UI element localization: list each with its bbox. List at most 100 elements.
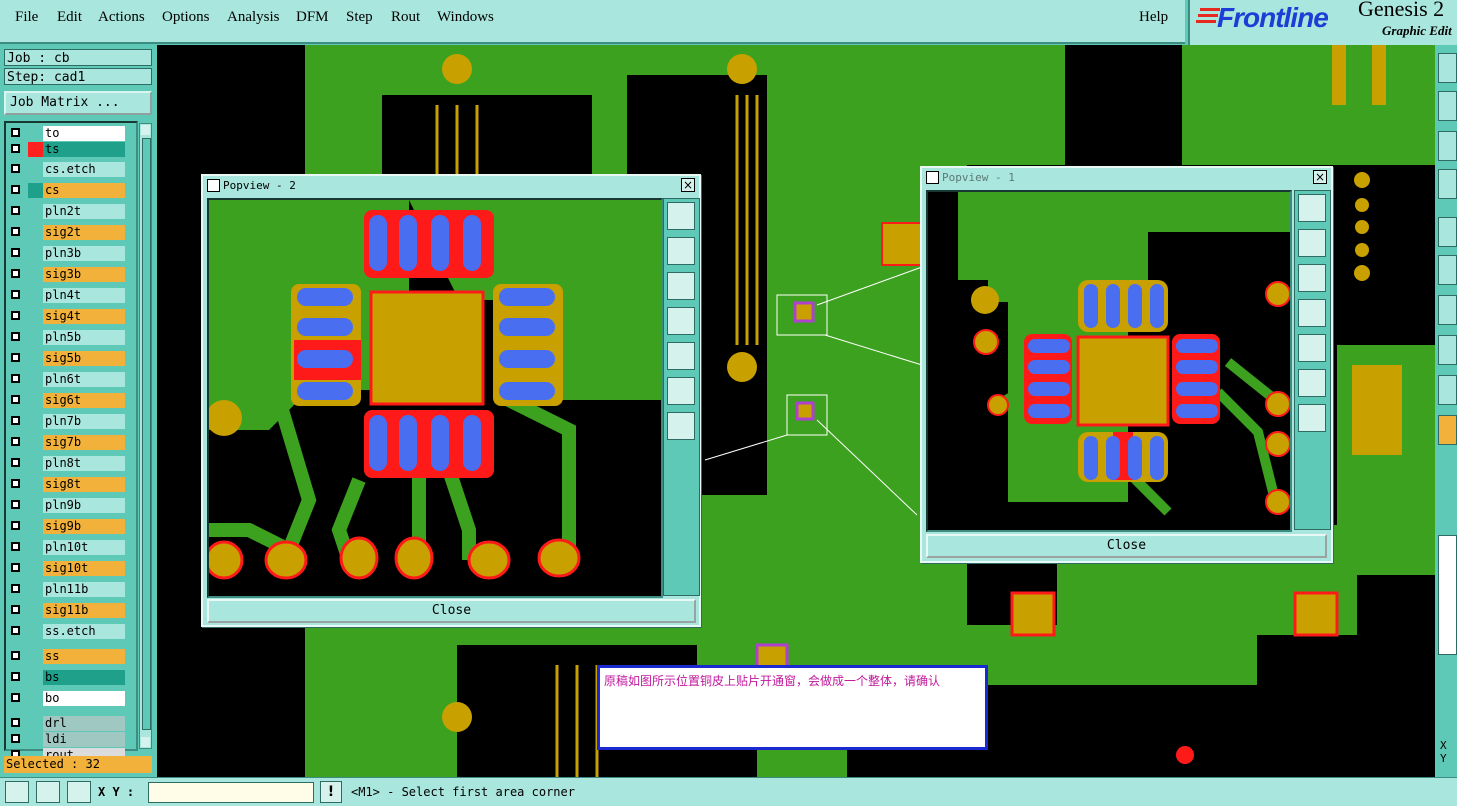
layer-row-pln8t[interactable]: pln8t bbox=[8, 456, 136, 471]
layer-checkbox[interactable] bbox=[11, 605, 20, 614]
layer-color-swatch[interactable] bbox=[28, 309, 43, 324]
zoom-in-icon[interactable] bbox=[1298, 369, 1326, 397]
popview-1-window[interactable]: Popview - 1 × Close bbox=[920, 166, 1333, 563]
scroll-up-arrow-icon[interactable] bbox=[141, 125, 150, 135]
layer-checkbox[interactable] bbox=[11, 269, 20, 278]
layer-checkbox[interactable] bbox=[11, 672, 20, 681]
layer-row-sig3b[interactable]: sig3b bbox=[8, 267, 136, 282]
menu-analysis[interactable]: Analysis bbox=[227, 9, 280, 26]
pan-up-icon[interactable] bbox=[667, 237, 695, 265]
record-icon[interactable] bbox=[1438, 217, 1457, 247]
popview-2-viewport[interactable] bbox=[207, 198, 663, 598]
menu-file[interactable]: File bbox=[15, 9, 38, 26]
layer-row-ts[interactable]: ts bbox=[8, 142, 136, 157]
layer-checkbox[interactable] bbox=[11, 437, 20, 446]
layer-checkbox[interactable] bbox=[11, 542, 20, 551]
layer-row-drl[interactable]: drl bbox=[8, 716, 136, 731]
layer-checkbox[interactable] bbox=[11, 332, 20, 341]
layer-color-swatch[interactable] bbox=[28, 225, 43, 240]
pan-left-icon[interactable] bbox=[667, 307, 695, 335]
color-palette-icon[interactable] bbox=[1438, 535, 1457, 655]
layer-checkbox[interactable] bbox=[11, 290, 20, 299]
layer-color-swatch[interactable] bbox=[28, 330, 43, 345]
layer-row-to[interactable]: to bbox=[8, 126, 136, 141]
close-icon[interactable]: × bbox=[1313, 170, 1327, 184]
pan-left-icon[interactable] bbox=[1438, 91, 1457, 121]
zoom-home-icon[interactable] bbox=[1438, 53, 1457, 83]
layer-row-pln5b[interactable]: pln5b bbox=[8, 330, 136, 345]
eye-icon[interactable] bbox=[1438, 169, 1457, 199]
layer-color-swatch[interactable] bbox=[28, 582, 43, 597]
layer-row-cs-etch[interactable]: cs.etch bbox=[8, 162, 136, 177]
window-menu-icon[interactable] bbox=[207, 179, 220, 192]
layer-color-swatch[interactable] bbox=[28, 288, 43, 303]
layer-color-swatch[interactable] bbox=[28, 246, 43, 261]
zoom-in-icon[interactable] bbox=[667, 377, 695, 405]
layer-row-sig9b[interactable]: sig9b bbox=[8, 519, 136, 534]
layer-color-swatch[interactable] bbox=[28, 603, 43, 618]
layer-checkbox[interactable] bbox=[11, 734, 20, 743]
menu-edit[interactable]: Edit bbox=[57, 9, 82, 26]
layer-row-pln10t[interactable]: pln10t bbox=[8, 540, 136, 555]
layer-row-pln2t[interactable]: pln2t bbox=[8, 204, 136, 219]
pan-down-icon[interactable] bbox=[1298, 264, 1326, 292]
layer-row-sig11b[interactable]: sig11b bbox=[8, 603, 136, 618]
popview-1-viewport[interactable] bbox=[926, 190, 1292, 532]
menu-options[interactable]: Options bbox=[162, 9, 210, 26]
zoom-fit-icon[interactable] bbox=[1298, 194, 1326, 222]
layer-checkbox[interactable] bbox=[11, 395, 20, 404]
layer-row-pln9b[interactable]: pln9b bbox=[8, 498, 136, 513]
layer-color-swatch[interactable] bbox=[28, 732, 43, 747]
layer-color-swatch[interactable] bbox=[28, 351, 43, 366]
layer-row-pln4t[interactable]: pln4t bbox=[8, 288, 136, 303]
layer-checkbox[interactable] bbox=[11, 651, 20, 660]
layer-checkbox[interactable] bbox=[11, 626, 20, 635]
layer-row-sig2t[interactable]: sig2t bbox=[8, 225, 136, 240]
xy-coordinate-input[interactable] bbox=[148, 782, 314, 803]
layer-row-sig8t[interactable]: sig8t bbox=[8, 477, 136, 492]
layer-checkbox[interactable] bbox=[11, 479, 20, 488]
layer-checkbox[interactable] bbox=[11, 458, 20, 467]
layer-checkbox[interactable] bbox=[11, 563, 20, 572]
layer-color-swatch[interactable] bbox=[28, 435, 43, 450]
layer-row-bs[interactable]: bs bbox=[8, 670, 136, 685]
pan-right-icon[interactable] bbox=[1438, 131, 1457, 161]
layer-color-swatch[interactable] bbox=[28, 716, 43, 731]
layer-color-swatch[interactable] bbox=[28, 498, 43, 513]
menu-step[interactable]: Step bbox=[346, 9, 373, 26]
layer-row-pln3b[interactable]: pln3b bbox=[8, 246, 136, 261]
job-matrix-button[interactable]: Job Matrix ... bbox=[4, 91, 152, 115]
layer-row-ldi[interactable]: ldi bbox=[8, 732, 136, 747]
layer-checkbox[interactable] bbox=[11, 718, 20, 727]
layer-checkbox[interactable] bbox=[11, 144, 20, 153]
layer-color-swatch[interactable] bbox=[28, 456, 43, 471]
window-menu-icon[interactable] bbox=[926, 171, 939, 184]
layer-row-pln6t[interactable]: pln6t bbox=[8, 372, 136, 387]
play-icon[interactable] bbox=[1438, 415, 1457, 445]
layer-checkbox[interactable] bbox=[11, 311, 20, 320]
layer-color-swatch[interactable] bbox=[28, 561, 43, 576]
layer-color-swatch[interactable] bbox=[28, 519, 43, 534]
layer-color-swatch[interactable] bbox=[28, 393, 43, 408]
layer-color-swatch[interactable] bbox=[28, 204, 43, 219]
layer-checkbox[interactable] bbox=[11, 206, 20, 215]
layer-row-bo[interactable]: bo bbox=[8, 691, 136, 706]
menu-actions[interactable]: Actions bbox=[98, 9, 145, 26]
pan-right-icon[interactable] bbox=[1298, 334, 1326, 362]
layer-checkbox[interactable] bbox=[11, 185, 20, 194]
layer-row-ss[interactable]: ss bbox=[8, 649, 136, 664]
pan-left-icon[interactable] bbox=[1298, 299, 1326, 327]
layer-row-sig4t[interactable]: sig4t bbox=[8, 309, 136, 324]
layer-color-swatch[interactable] bbox=[28, 649, 43, 664]
alert-icon[interactable]: ! bbox=[320, 781, 342, 803]
zoom-out-icon[interactable] bbox=[667, 412, 695, 440]
menu-dfm[interactable]: DFM bbox=[296, 9, 329, 26]
layer-row-cs[interactable]: cs bbox=[8, 183, 136, 198]
layer-row-pln7b[interactable]: pln7b bbox=[8, 414, 136, 429]
layer-checkbox[interactable] bbox=[11, 416, 20, 425]
popview-2-close-button[interactable]: Close bbox=[207, 599, 696, 623]
close-icon[interactable]: × bbox=[681, 178, 695, 192]
popview-2-window[interactable]: Popview - 2 × Close bbox=[201, 174, 701, 627]
snap-tool-icon[interactable] bbox=[36, 781, 60, 803]
popview-1-close-button[interactable]: Close bbox=[926, 534, 1327, 558]
